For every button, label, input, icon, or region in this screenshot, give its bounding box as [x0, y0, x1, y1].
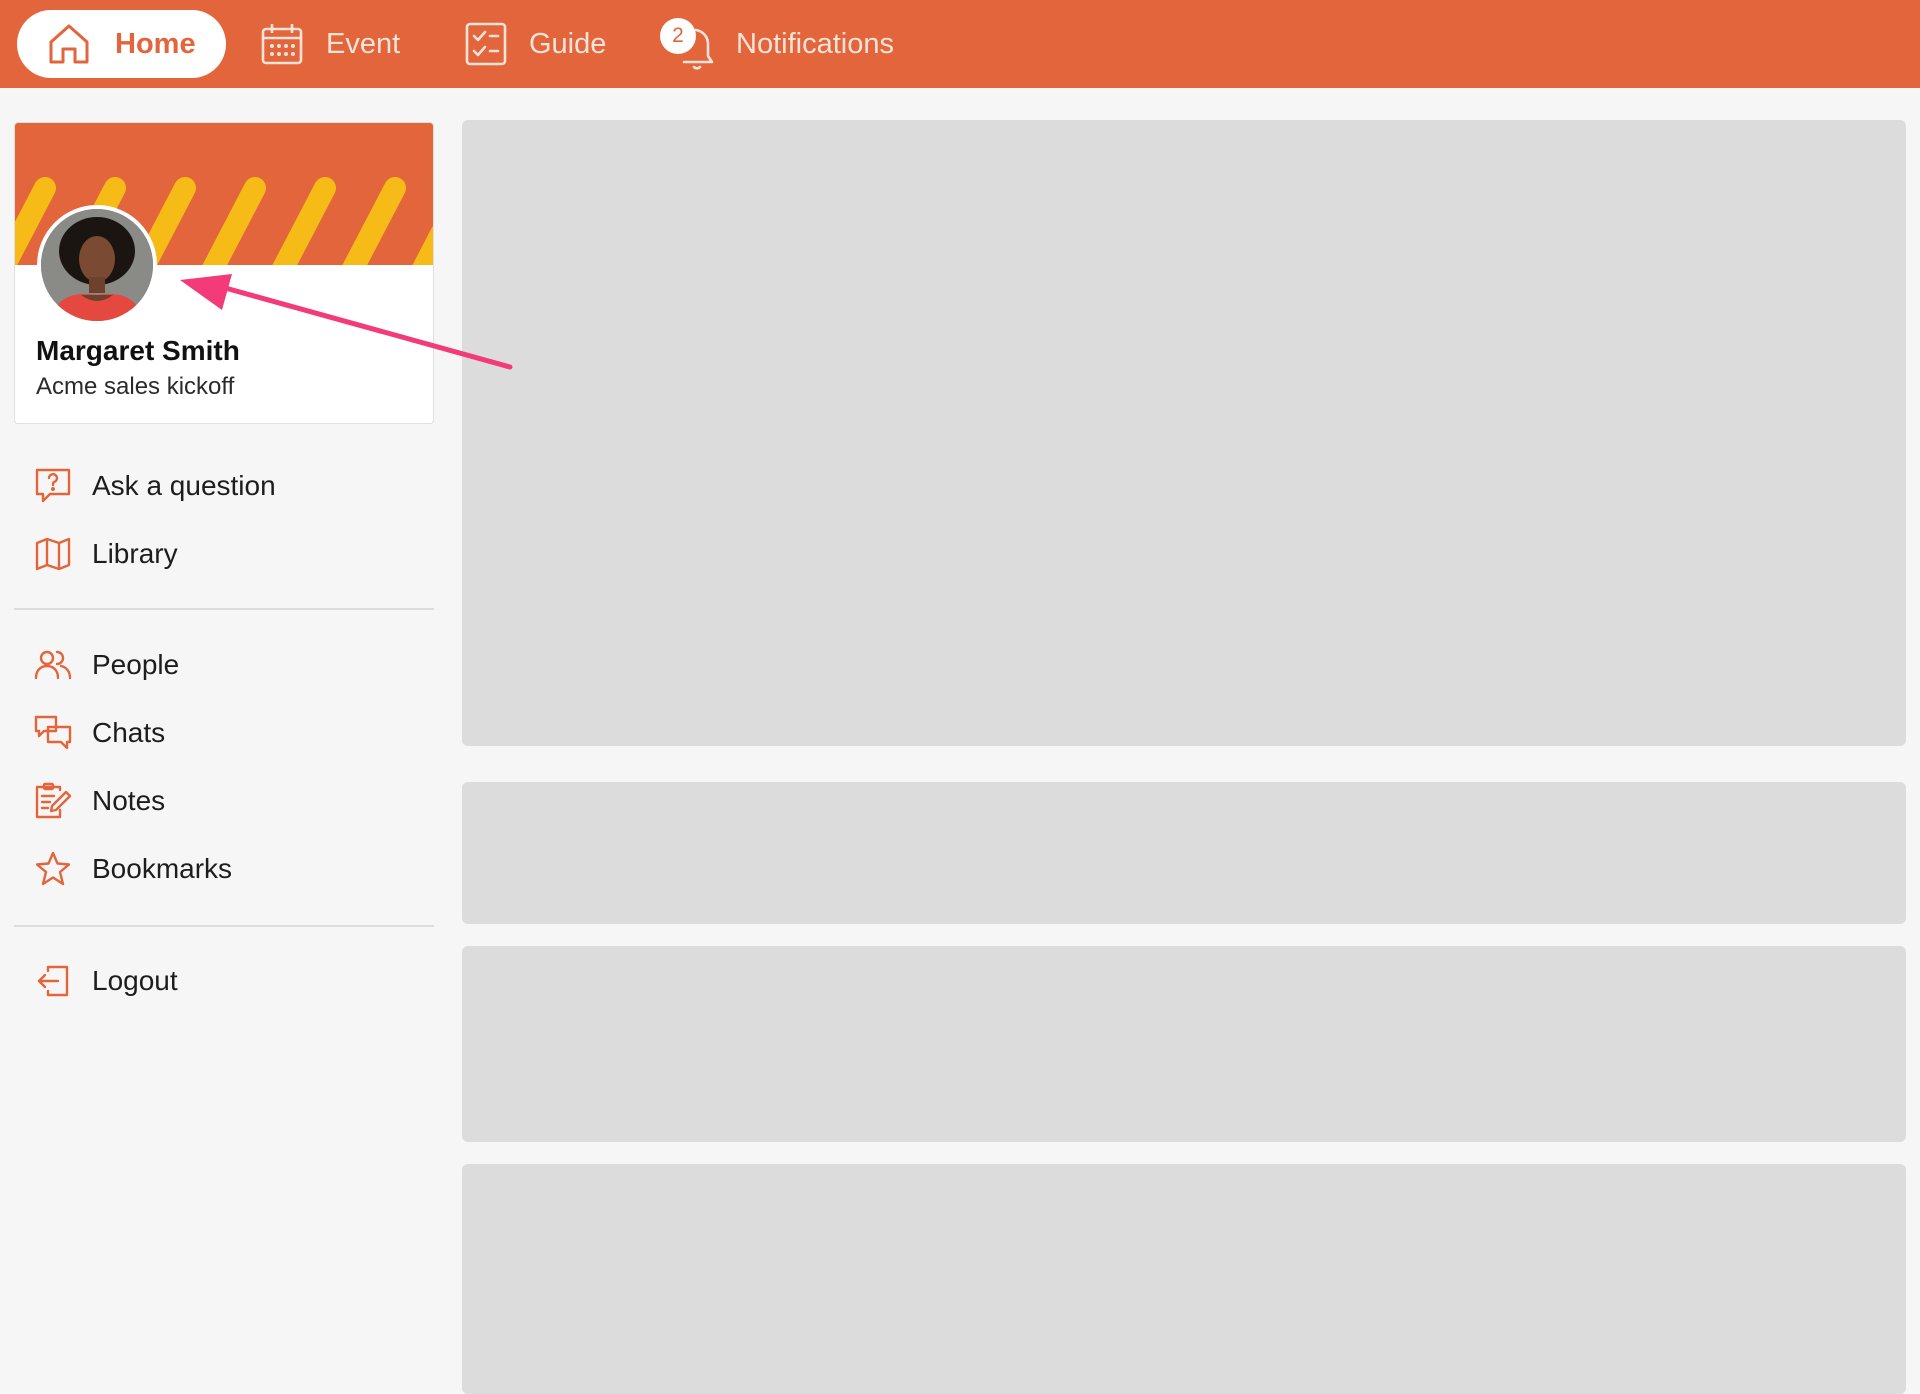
map-book-icon — [35, 537, 71, 571]
tab-home[interactable]: Home — [17, 10, 226, 78]
profile-card[interactable]: Margaret Smith Acme sales kickoff — [14, 122, 434, 424]
sidebar-item-people[interactable]: People — [14, 631, 434, 699]
question-bubble-icon — [35, 468, 71, 503]
sidebar-menu-primary: Ask a question Library — [14, 452, 434, 588]
profile-name: Margaret Smith — [36, 335, 240, 366]
sidebar-item-library[interactable]: Library — [14, 520, 434, 588]
star-icon — [35, 851, 71, 886]
sidebar-menu-social: People Chats Notes Bookmarks — [14, 631, 434, 903]
profile-event-name: Acme sales kickoff — [36, 373, 235, 400]
sidebar-item-label: Chats — [92, 717, 166, 748]
sidebar-item-notes[interactable]: Notes — [14, 767, 434, 835]
content-placeholder-panel — [462, 120, 1906, 746]
tab-notifications-label: Notifications — [736, 27, 894, 60]
sidebar-item-logout[interactable]: Logout — [14, 947, 434, 1015]
tab-home-label: Home — [115, 27, 196, 60]
tab-guide-label: Guide — [529, 27, 607, 60]
sidebar-divider — [14, 925, 434, 927]
sidebar-item-label: Bookmarks — [92, 853, 233, 884]
notification-count-badge: 2 — [660, 18, 696, 54]
sidebar-item-label: Logout — [92, 965, 178, 996]
calendar-icon — [261, 24, 303, 65]
top-navigation-bar: Home Event Guide 2 Notifications — [0, 0, 1920, 88]
people-icon — [34, 650, 72, 680]
tab-guide[interactable]: Guide — [465, 10, 606, 78]
notes-icon — [35, 782, 72, 819]
tab-notifications[interactable]: 2 Notifications — [660, 10, 894, 78]
sidebar-item-chats[interactable]: Chats — [14, 699, 434, 767]
tab-event[interactable]: Event — [260, 10, 400, 78]
notification-bell: 2 — [660, 14, 722, 74]
content-placeholder-panel — [462, 1164, 1906, 1394]
sidebar-item-label: Ask a question — [92, 470, 276, 501]
tab-event-label: Event — [326, 27, 401, 60]
sidebar-divider — [14, 608, 434, 610]
content-placeholder-panel — [462, 782, 1906, 924]
sidebar-item-bookmarks[interactable]: Bookmarks — [14, 835, 434, 903]
sidebar-item-label: Library — [92, 538, 178, 569]
logout-icon — [37, 965, 69, 997]
sidebar-item-label: People — [92, 649, 180, 680]
sidebar-item-ask-a-question[interactable]: Ask a question — [14, 452, 434, 520]
sidebar-menu-account: Logout — [14, 947, 434, 1015]
content-placeholder-panel — [462, 946, 1906, 1142]
sidebar-item-label: Notes — [92, 785, 166, 816]
avatar-portrait — [41, 209, 153, 321]
chat-bubbles-icon — [34, 715, 72, 750]
home-icon — [49, 24, 89, 64]
user-avatar[interactable] — [37, 205, 157, 325]
checklist-icon — [465, 22, 507, 66]
